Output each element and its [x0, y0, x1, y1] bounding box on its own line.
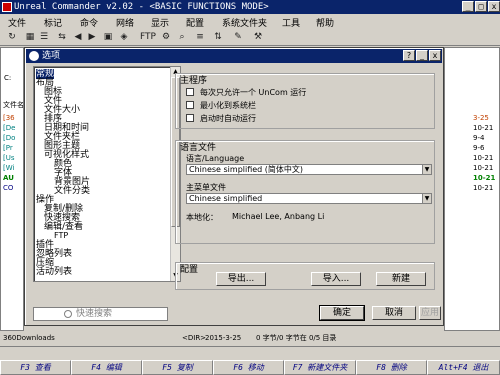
brief-view-icon[interactable]: ▦: [24, 31, 36, 43]
options-icon: [29, 51, 39, 61]
quick-search-label: 快速搜索: [76, 309, 113, 319]
list-item-date[interactable]: 10-21: [473, 124, 493, 132]
apply-button[interactable]: 应用: [419, 306, 441, 320]
list-item[interactable]: AU: [3, 174, 14, 182]
minimize-to-tray-label: 最小化到系统栏: [200, 101, 256, 110]
localization-value: Michael Lee, Anbang Li: [232, 212, 325, 221]
list-item[interactable]: [Pr: [3, 144, 13, 152]
list-item[interactable]: [36: [3, 114, 15, 122]
f4-edit-button[interactable]: F4 编辑: [71, 360, 142, 375]
left-list-header[interactable]: 文件名: [3, 100, 24, 110]
import-button[interactable]: 导入...: [311, 272, 361, 286]
main-program-label: 主程序: [180, 76, 208, 86]
app-icon: [2, 2, 12, 12]
single-instance-label: 每次只允许一个 UnCom 运行: [200, 88, 307, 97]
tree-item-file-categories[interactable]: 文件分类: [54, 186, 90, 196]
list-item-date[interactable]: 10-21: [473, 164, 493, 172]
options-tree: 常规 布局 图标 文件 文件大小 排序 日期和时间 文件夹栏 图形主题 可视化样…: [33, 66, 181, 282]
dialog-close-button[interactable]: x: [429, 50, 441, 61]
swap-panels-icon[interactable]: ⇆: [56, 31, 68, 43]
detail-view-icon[interactable]: ☰: [38, 31, 50, 43]
chevron-down-icon[interactable]: ▼: [422, 194, 431, 203]
f8-delete-button[interactable]: F8 删除: [356, 360, 427, 375]
left-file-panel: C: 文件名 [36 [De [Do [Pr [Us [Wi AU CO: [0, 47, 24, 331]
help-button[interactable]: ?: [403, 50, 415, 61]
drive-label[interactable]: C:: [4, 74, 11, 82]
options-dialog: 选项 ? _ x 常规 布局 图标 文件 文件大小 排序 日期和时间 文件夹栏 …: [24, 47, 444, 326]
compare-icon[interactable]: ≡: [194, 31, 206, 43]
list-item-date[interactable]: 3-25: [473, 114, 489, 122]
toolbar: ↻ ▦ ☰ ⇆ ◀ ▶ ▣ ◈ FTP ⚙ ⌕ ≡ ⇅ ✎ ⚒: [0, 28, 500, 46]
language-select[interactable]: Chinese simplified (简体中文) ▼: [186, 164, 432, 175]
search-icon: [64, 310, 72, 318]
app-title: Unreal Commander v2.02 - <BASIC FUNCTION…: [14, 2, 269, 12]
main-menu-file-value: Chinese simplified: [189, 194, 263, 203]
app-title-bar: Unreal Commander v2.02 - <BASIC FUNCTION…: [0, 0, 500, 14]
close-button[interactable]: x: [488, 1, 500, 12]
search-icon[interactable]: ⌕: [176, 31, 188, 43]
alt-f4-exit-button[interactable]: Alt+F4 退出: [427, 360, 500, 375]
tree-item-activity-list[interactable]: 活动列表: [36, 267, 72, 277]
current-entry-type: <DIR>: [182, 334, 207, 342]
chevron-down-icon[interactable]: ▼: [422, 165, 431, 174]
sync-icon[interactable]: ⇅: [212, 31, 224, 43]
maximize-button[interactable]: □: [475, 1, 487, 12]
list-item[interactable]: CO: [3, 184, 13, 192]
f7-new-folder-button[interactable]: F7 新建文件夹: [284, 360, 356, 375]
f5-copy-button[interactable]: F5 复制: [142, 360, 213, 375]
export-button[interactable]: 导出...: [216, 272, 266, 286]
list-item[interactable]: [De: [3, 124, 15, 132]
pack-icon[interactable]: ◈: [118, 31, 130, 43]
list-item[interactable]: [Wi: [3, 164, 14, 172]
configuration-label: 配置: [180, 265, 199, 275]
list-item-date[interactable]: 10-21: [473, 174, 495, 182]
main-menu-file-label: 主菜单文件: [186, 183, 226, 192]
right-file-panel: 3-25 10-21 9-4 9-6 10-21 10-21 10-21 10-…: [444, 47, 500, 331]
notepad-icon[interactable]: ✎: [232, 31, 244, 43]
list-item-date[interactable]: 9-6: [473, 144, 484, 152]
dialog-title: 选项: [42, 51, 61, 61]
single-instance-checkbox[interactable]: [186, 88, 194, 96]
menu-bar: 文件 标记 命令 网络 显示 配置 系统文件夹 工具 帮助: [0, 14, 500, 29]
list-item-date[interactable]: 10-21: [473, 154, 493, 162]
current-entry-name: 360Downloads: [3, 334, 55, 342]
list-item[interactable]: [Do: [3, 134, 15, 142]
ok-button[interactable]: 确定: [319, 305, 365, 321]
language-group-label: 语言文件: [180, 143, 217, 153]
language-group: 语言文件 语言/Language Chinese simplified (简体中…: [175, 140, 435, 244]
main-program-group: 主程序 每次只允许一个 UnCom 运行 最小化到系统栏 启动时自动运行: [175, 73, 435, 129]
minimize-button[interactable]: _: [462, 1, 474, 12]
f6-move-button[interactable]: F6 移动: [213, 360, 284, 375]
ftp-icon[interactable]: FTP: [140, 31, 156, 43]
selection-info: 0 字节/0 字节在 0/5 目录: [256, 334, 337, 342]
list-item-date[interactable]: 10-21: [473, 184, 493, 192]
archive-icon[interactable]: ▣: [102, 31, 114, 43]
list-item-date[interactable]: 9-4: [473, 134, 484, 142]
minimize-to-tray-checkbox[interactable]: [186, 101, 194, 109]
dialog-title-bar: 选项 ? _ x: [26, 49, 442, 63]
main-menu-file-select[interactable]: Chinese simplified ▼: [186, 193, 432, 204]
autostart-checkbox[interactable]: [186, 114, 194, 122]
configuration-group: 配置 导出... 导入... 新建: [175, 262, 435, 290]
cancel-button[interactable]: 取消: [372, 306, 416, 320]
status-row: 360Downloads <DIR> 2015-3-25 0 字节/0 字节在 …: [0, 333, 500, 344]
current-entry-date: 2015-3-25: [205, 334, 242, 342]
language-label: 语言/Language: [186, 154, 245, 163]
autostart-label: 启动时自动运行: [200, 114, 256, 123]
refresh-icon[interactable]: ↻: [6, 31, 18, 43]
back-icon[interactable]: ◀: [72, 31, 84, 43]
network-icon[interactable]: ⚙: [160, 31, 172, 43]
dialog-minimize-button[interactable]: _: [416, 50, 428, 61]
tree-item-ftp[interactable]: FTP: [54, 231, 68, 241]
new-config-button[interactable]: 新建: [376, 272, 426, 286]
language-value: Chinese simplified (简体中文): [189, 165, 304, 174]
forward-icon[interactable]: ▶: [86, 31, 98, 43]
quick-search-field[interactable]: 快速搜索: [33, 307, 168, 321]
settings-icon[interactable]: ⚒: [252, 31, 264, 43]
function-key-bar: F3 查看 F4 编辑 F5 复制 F6 移动 F7 新建文件夹 F8 删除 A…: [0, 360, 500, 375]
localization-label: 本地化：: [186, 213, 218, 222]
f3-view-button[interactable]: F3 查看: [0, 360, 71, 375]
list-item[interactable]: [Us: [3, 154, 15, 162]
command-line[interactable]: [0, 346, 500, 359]
